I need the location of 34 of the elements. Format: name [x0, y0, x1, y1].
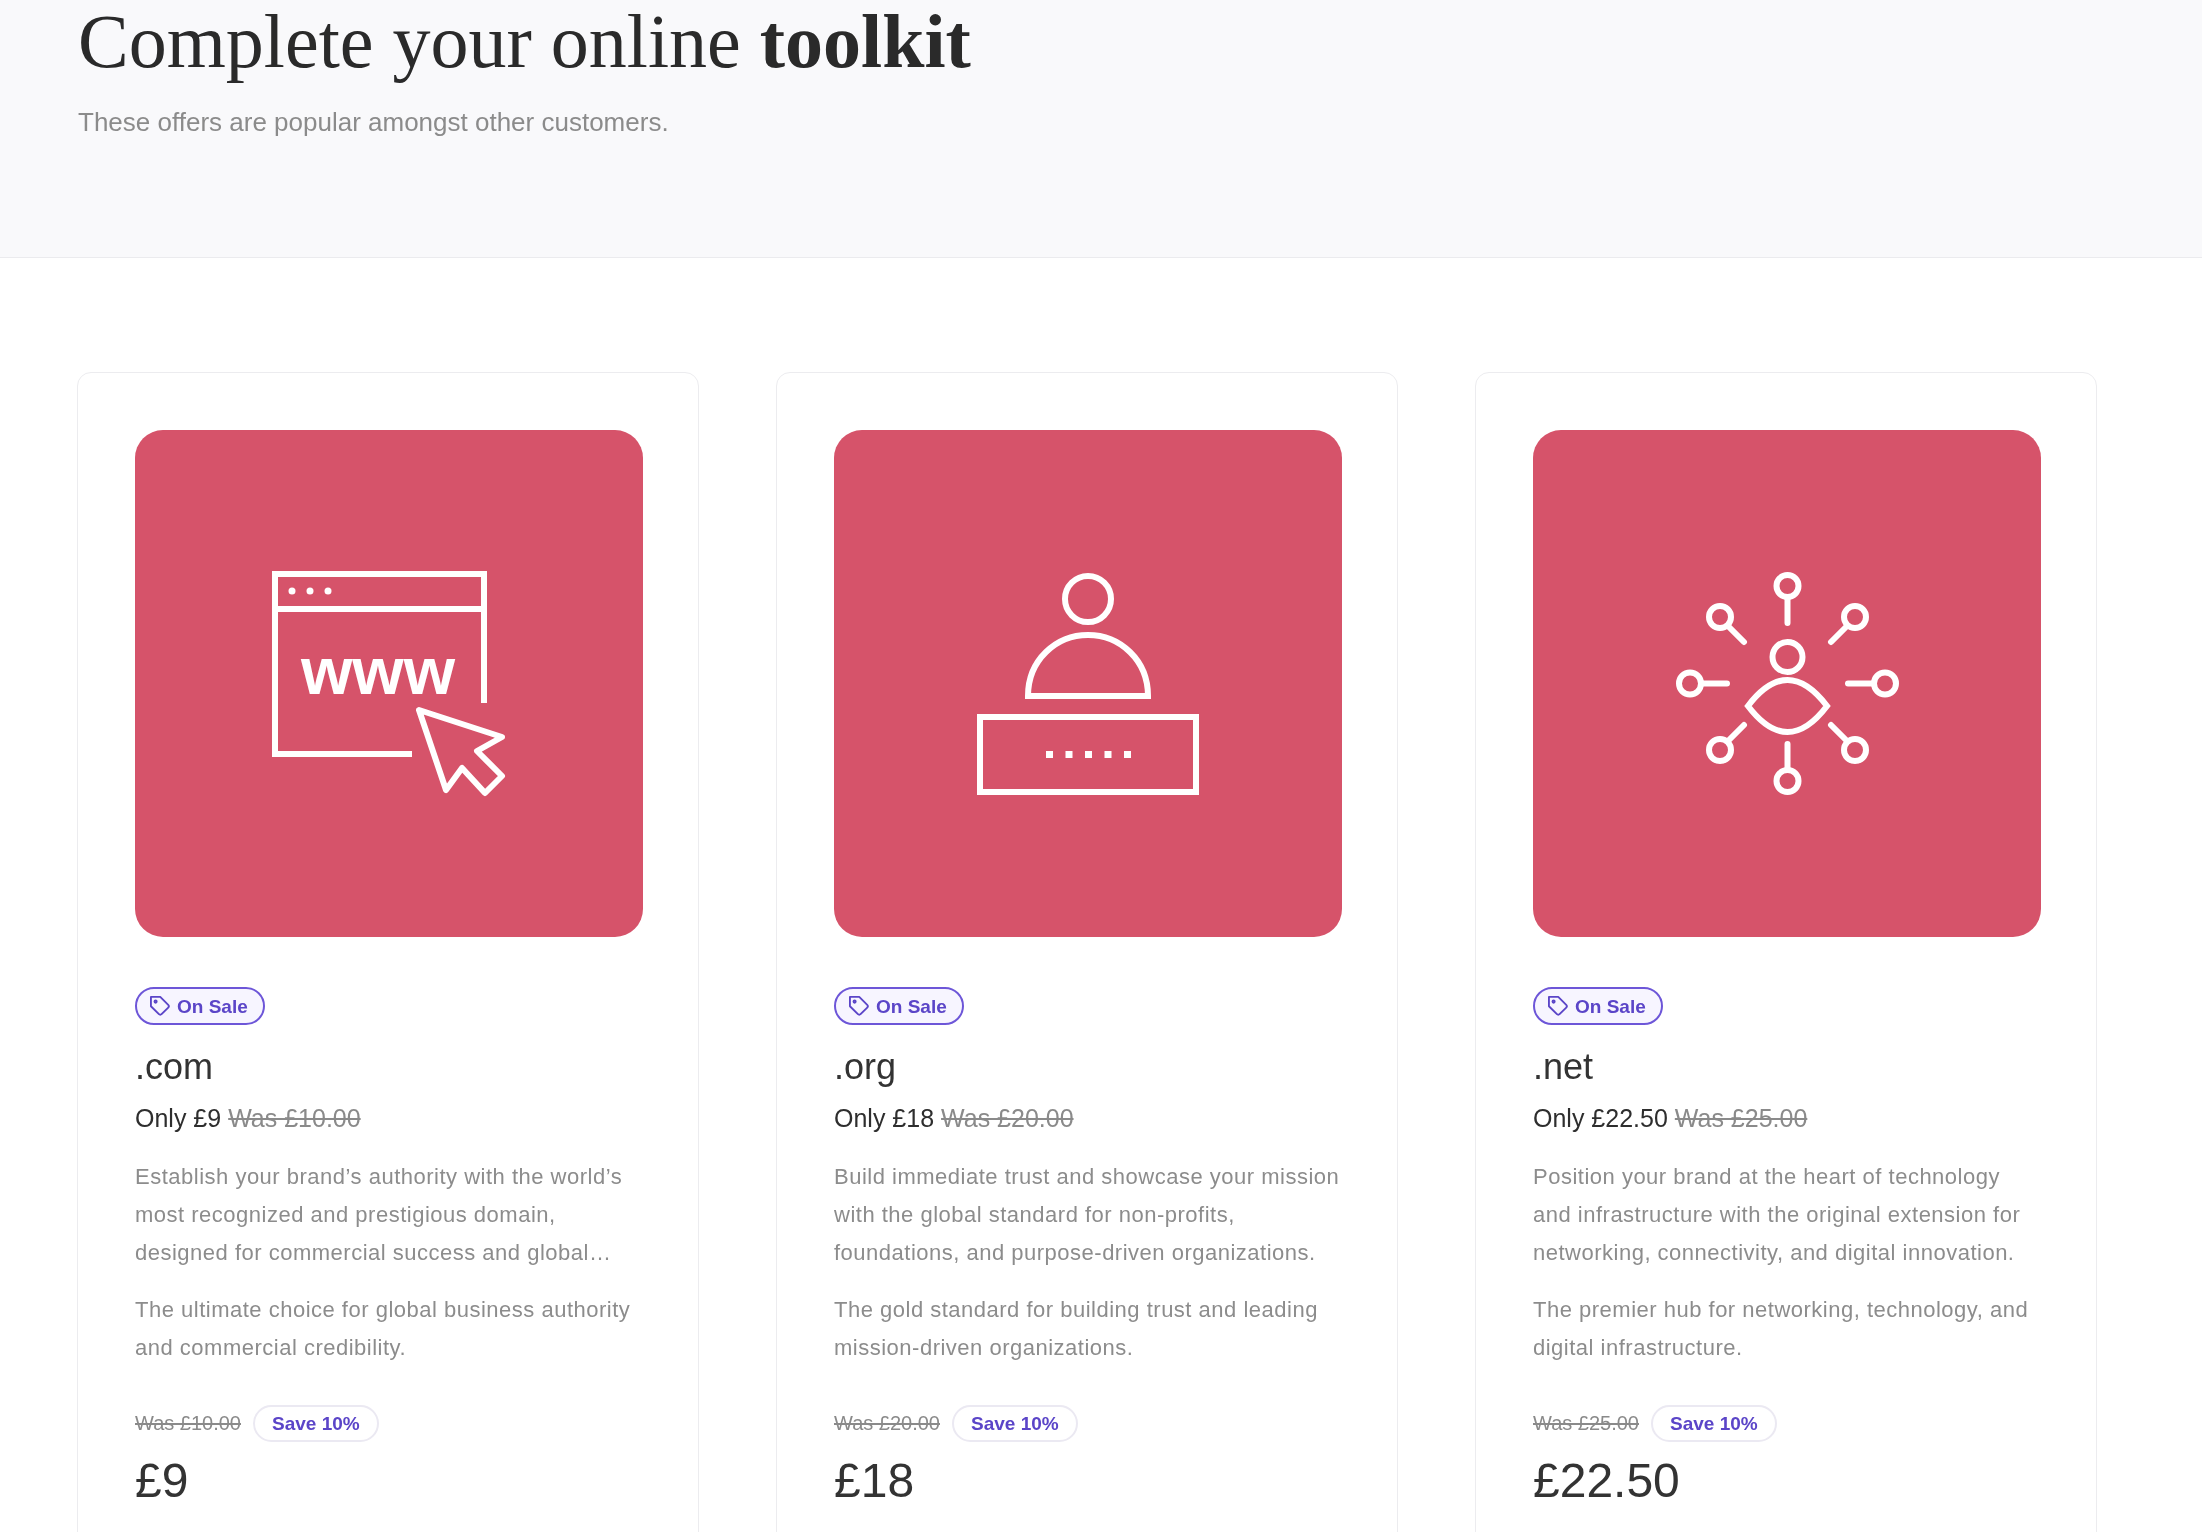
price-text: £18	[834, 1453, 915, 1509]
old-price: Was £25.00	[1674, 1103, 1808, 1134]
offer-price: Only £22.50	[1533, 1103, 1668, 1134]
description-text: Build immediate trust and showcase your mission with the global standard for non-profits, foundations, and purpose-driven organizations.	[834, 1163, 1341, 1267]
offer-price: Only £18	[834, 1103, 935, 1134]
domain-name: .org	[834, 1045, 897, 1088]
domain-name: .com	[135, 1045, 213, 1088]
tag-icon	[1548, 996, 1568, 1016]
savings-pill: Save 10%	[1651, 1405, 1777, 1442]
savings-pill: Save 10%	[952, 1405, 1078, 1442]
tagline-text: The premier hub for networking, technology, and digital infrastructure.	[1533, 1296, 2030, 1362]
old-price: Was £25.00	[1533, 1412, 1639, 1435]
tag-icon	[849, 996, 869, 1016]
offer-price: Only £9	[135, 1103, 222, 1134]
old-price: Was £10.00	[228, 1103, 361, 1134]
tagline-text: The gold standard for building trust and leading mission-driven organizations.	[834, 1296, 1319, 1362]
page-subtitle: These offers are popular amongst other customers.	[78, 106, 669, 139]
savings-pill: Save 10%	[253, 1405, 379, 1442]
user-network-icon	[1674, 571, 1900, 796]
sale-text: On Sale	[1575, 996, 1646, 1016]
old-price: Was £10.00	[135, 1412, 241, 1435]
old-price: Was £20.00	[834, 1412, 940, 1435]
old-price: Was £20.00	[941, 1103, 1074, 1134]
description-text: Establish your brand’s authority with the world’s most recognized and prestigious domain, designed for commercial success and global…	[135, 1163, 624, 1267]
sale-text: On Sale	[876, 996, 947, 1016]
sale-text: On Sale	[177, 996, 248, 1016]
price-text: £22.50	[1533, 1453, 1680, 1509]
domain-name: .net	[1533, 1045, 1594, 1088]
price-text: £9	[135, 1453, 189, 1509]
description-text: Position your brand at the heart of technology and infrastructure with the original extension for networking, connectivity, and digital innovation.	[1533, 1163, 2022, 1267]
tag-icon	[150, 996, 170, 1016]
tagline-text: The ultimate choice for global business authority and commercial credibility.	[135, 1296, 632, 1362]
www-text: www	[301, 633, 455, 708]
user-login-icon	[976, 571, 1200, 796]
